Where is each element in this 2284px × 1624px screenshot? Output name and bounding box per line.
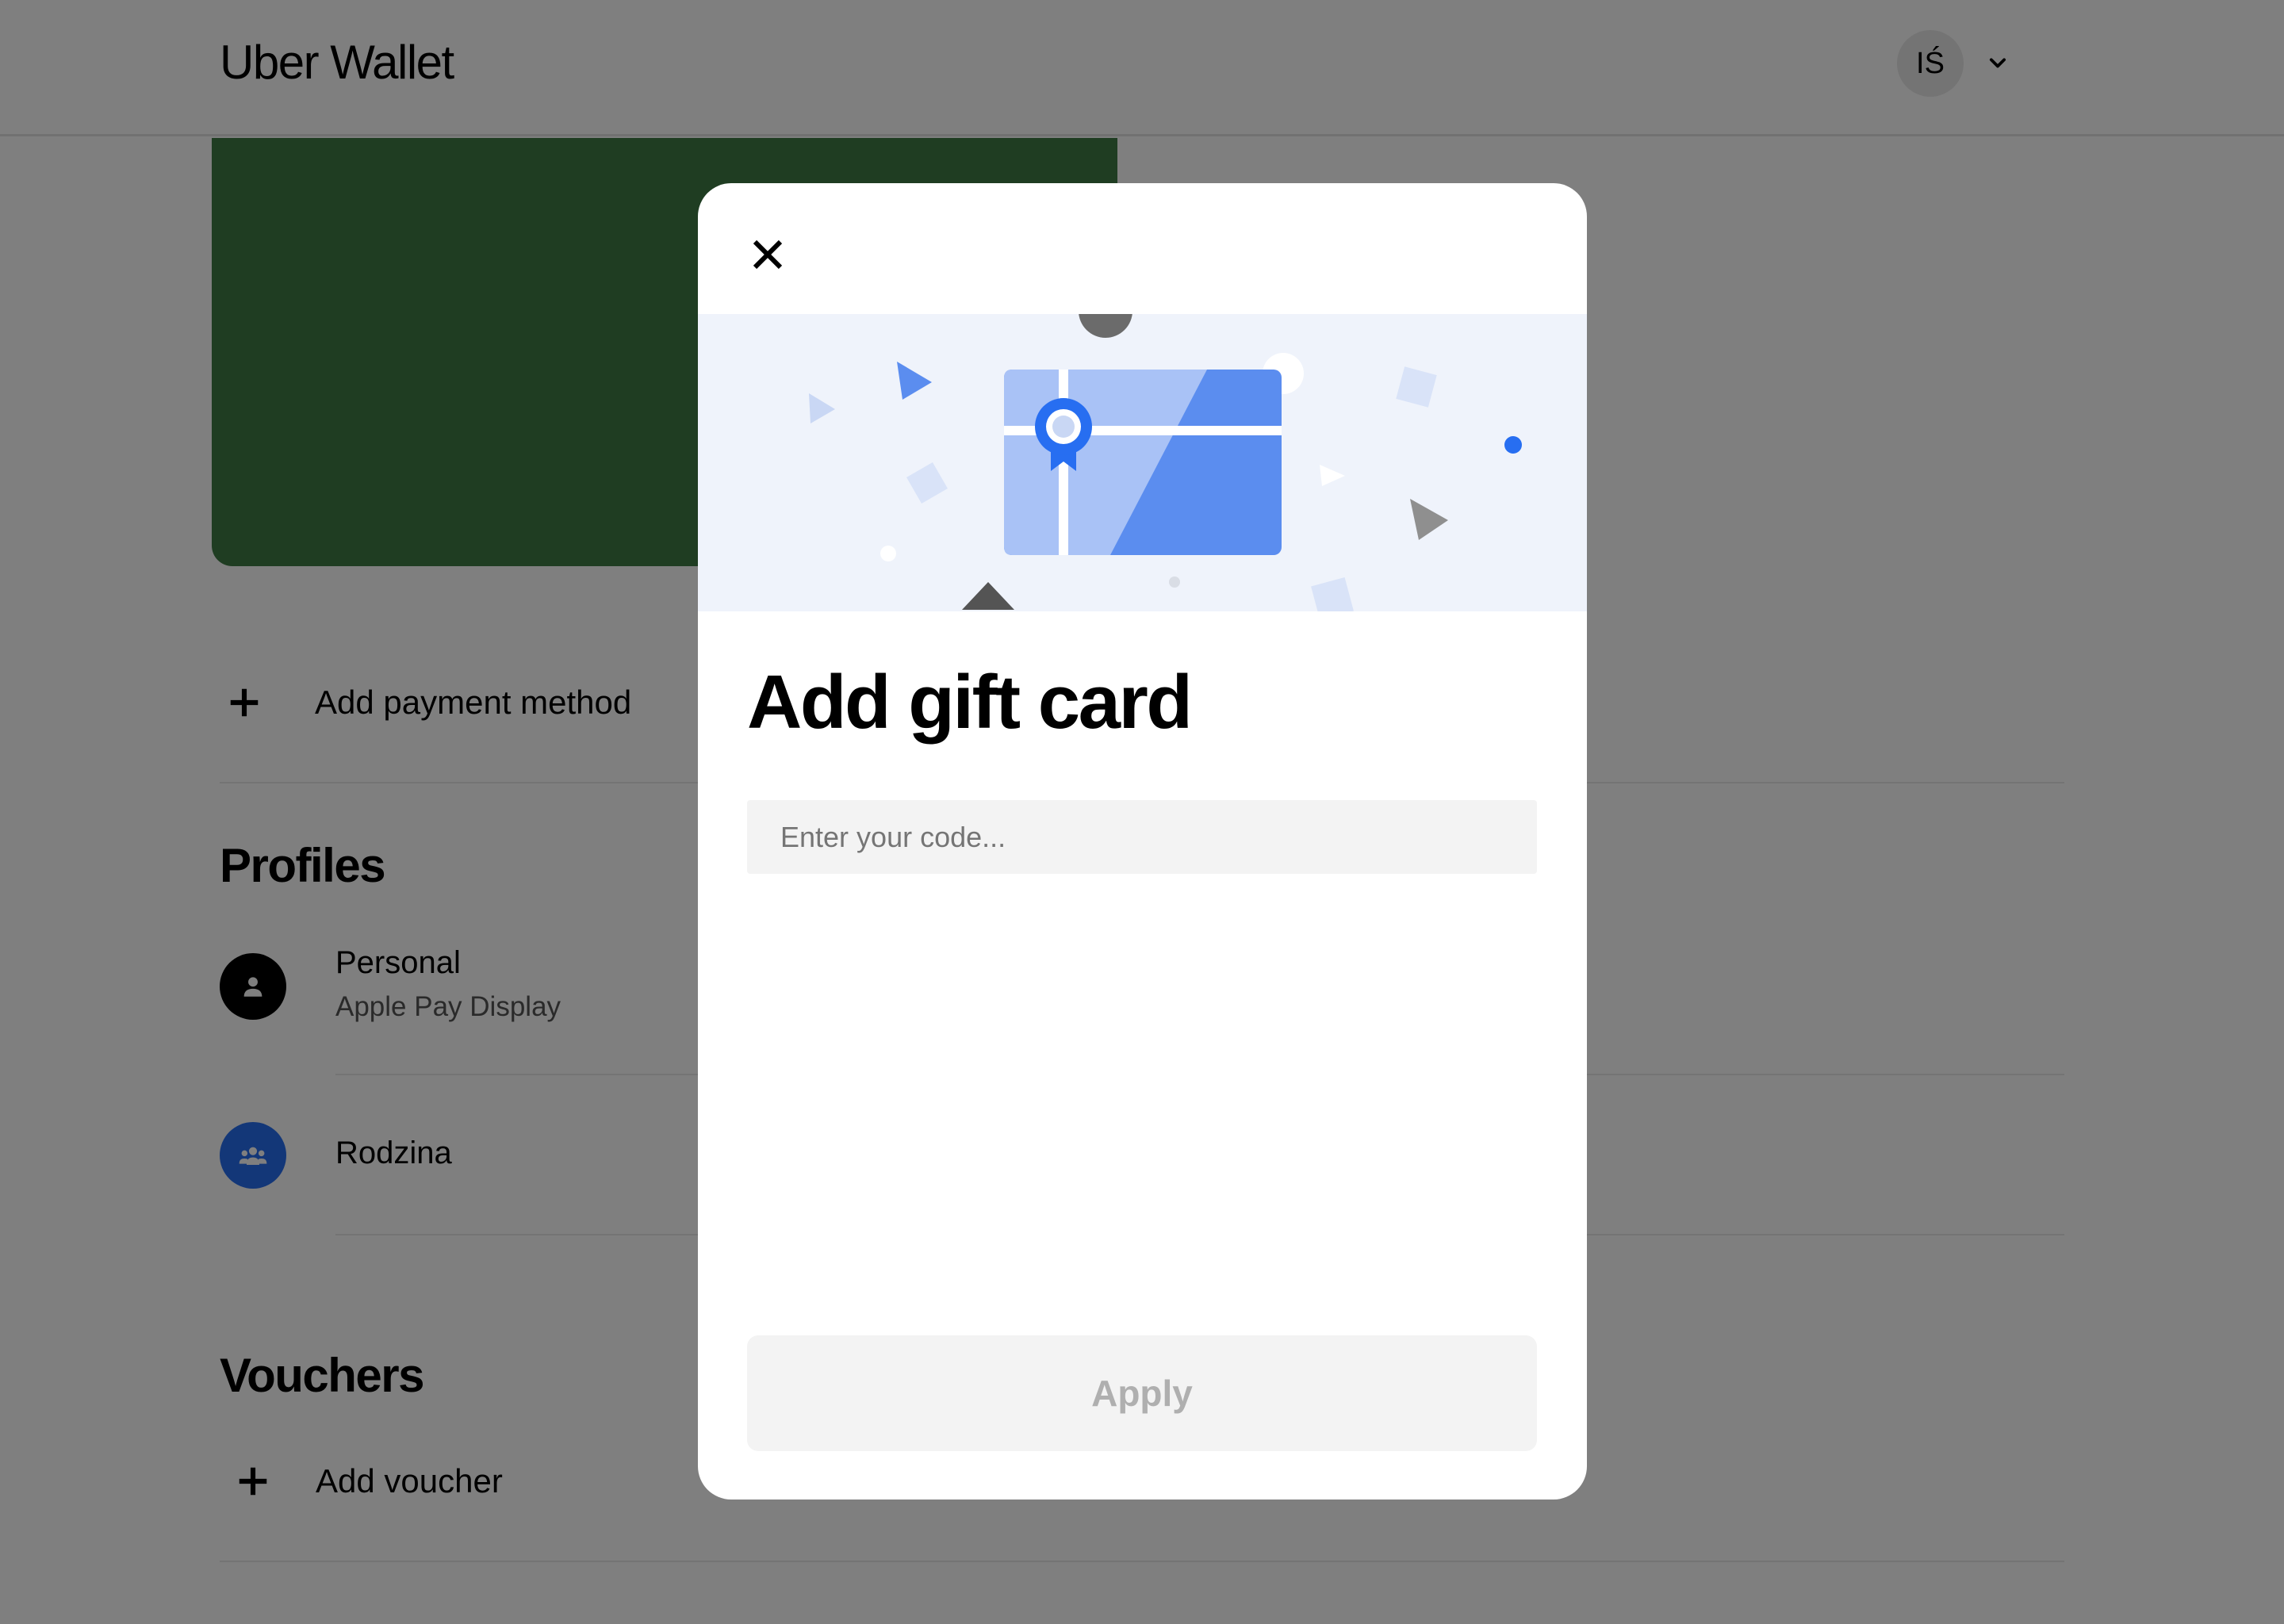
gift-code-input[interactable] — [747, 800, 1537, 874]
apply-button[interactable]: Apply — [747, 1335, 1537, 1451]
gift-card-illustration — [698, 314, 1587, 611]
close-icon — [753, 239, 783, 270]
add-gift-card-dialog: Add gift card Apply — [698, 183, 1587, 1500]
close-button[interactable] — [739, 226, 796, 283]
dialog-title: Add gift card — [747, 660, 1193, 745]
